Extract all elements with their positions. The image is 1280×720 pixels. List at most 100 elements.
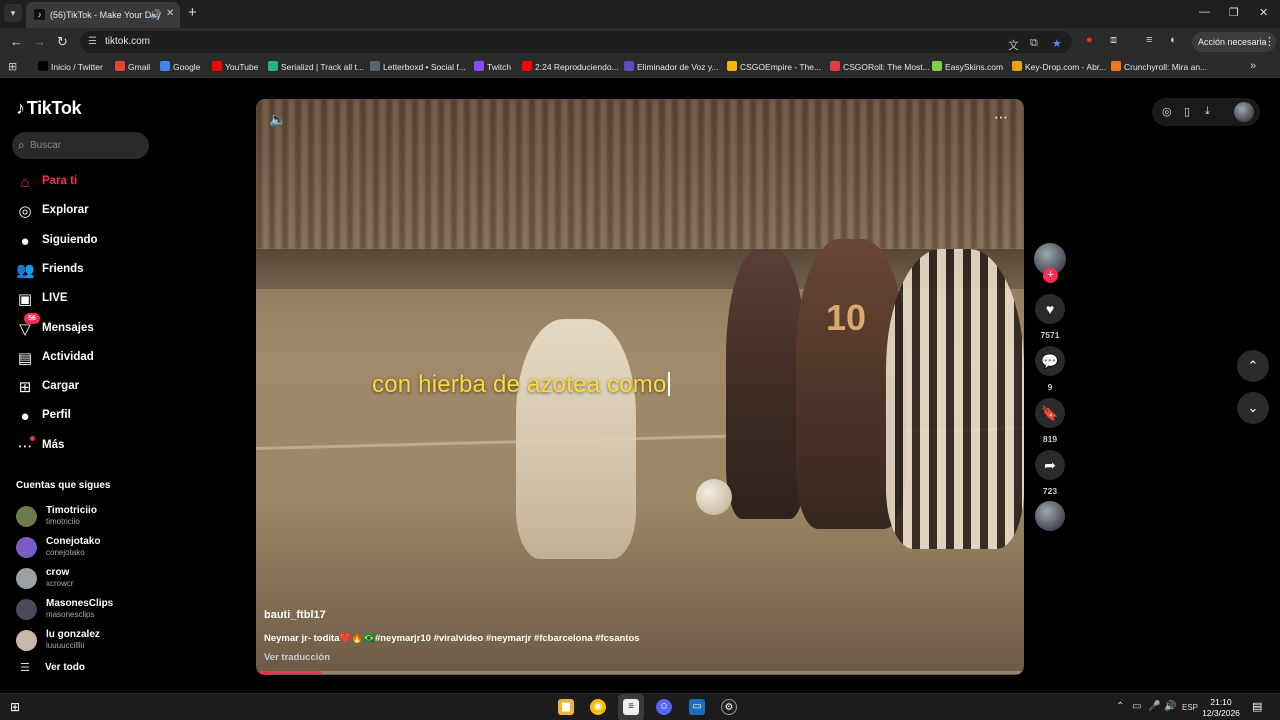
bookmark-item[interactable]: EasySkins.com [932,61,1003,73]
bookmark-item[interactable]: Eliminador de Voz y... [624,61,719,73]
close-window-button[interactable]: ✕ [1259,6,1268,19]
bookmark-favicon-icon [522,61,532,71]
url-text[interactable]: tiktok.com [105,36,150,47]
site-info-icon[interactable]: ☰ [88,36,97,47]
new-tab-button[interactable]: + [188,5,197,21]
video-progress-bar[interactable] [256,671,1024,674]
comment-icon[interactable]: 💬 [1035,346,1065,376]
file-explorer-icon[interactable]: ▆ [558,699,574,715]
tiktok-logo[interactable]: ♪ TikTok [16,98,82,119]
notepad-icon[interactable]: ≡ [623,699,639,715]
sidebar-item-mensajes[interactable]: ▽ 56 Mensajes [16,312,156,341]
sidebar-item-m-s[interactable]: ⋯ Más [16,435,156,458]
music-disc-icon[interactable] [1035,501,1065,531]
caption-cursor [667,372,670,396]
volume-icon[interactable]: 🔈 [269,111,286,128]
tiktok-favicon-icon: ♪ [34,9,45,20]
search-placeholder: Buscar [30,140,62,151]
bookmark-item[interactable]: Serializd | Track all t... [268,61,364,73]
close-tab-icon[interactable]: ✕ [166,8,174,19]
forward-button[interactable]: → [33,34,46,49]
bookmark-icon[interactable]: 🔖 [1035,398,1065,428]
user-avatar[interactable] [1234,102,1254,122]
followed-account[interactable]: MasonesClips masonesclips [16,597,156,623]
tray-chevron-up-icon[interactable]: ⌃ [1116,701,1124,712]
bookmark-item[interactable]: Gmail [115,61,150,73]
device-icon[interactable]: ▯ [1184,105,1190,118]
language-indicator[interactable]: ESP [1182,703,1198,712]
nav-label: Explorar [42,204,89,217]
bookmark-item[interactable]: CSGOEmpire - The... [727,61,821,73]
bookmark-item[interactable]: Google [160,61,200,73]
app-window-icon[interactable]: ▭ [689,699,705,715]
video-player[interactable]: 10 🔈 ⋯ con hierba de azotea como bauti_f… [256,99,1024,675]
tab-search-button[interactable]: ▾ [4,4,22,22]
bookmark-star-icon[interactable]: ★ [1052,37,1062,50]
followed-account[interactable]: Conejotako conejotako [16,535,156,561]
windows-taskbar: ⊞ ▆ ◉ ≡ ☺ ▭ ⚙ ⌃ ▭ 🎤 🔊 ESP 21:10 12/3/202… [0,693,1280,720]
action-needed-button[interactable]: Acción necesaria ⋮ [1192,32,1276,52]
video-player-figure [886,249,1024,549]
sidebar-item-explorar[interactable]: ◎ Explorar [16,201,156,223]
browser-menu-icon[interactable]: ⋮ [1264,35,1275,48]
bookmark-item[interactable]: Key-Drop.com - Abr... [1012,61,1106,73]
see-all-button[interactable]: ☰ Ver todo [16,660,156,676]
extension-red-icon[interactable]: ● [1086,34,1093,46]
sidebar-item-friends[interactable]: 👥 Friends [16,260,156,282]
translate-link[interactable]: Ver traducción [264,652,330,663]
more-options-icon[interactable]: ⋯ [994,109,1008,126]
notifications-icon[interactable]: ▤ [1252,700,1262,713]
sidebar-item-live[interactable]: ▣ LIVE [16,289,156,311]
translate-icon[interactable]: 文 [1008,37,1019,53]
sidebar-item-cargar[interactable]: ⊞ Cargar [16,377,156,399]
steam-icon[interactable]: ⚙ [721,699,737,715]
bookmark-item[interactable]: YouTube [212,61,258,73]
bookmark-item[interactable]: 2:24 Reproduciendo... [522,61,619,73]
avatar [16,506,37,527]
chrome-icon[interactable]: ◉ [590,699,606,715]
sidebar-item-perfil[interactable]: ● Perfil [16,406,156,428]
bookmark-item[interactable]: Inicio / Twitter [38,61,103,73]
maximize-button[interactable]: ❐ [1229,6,1239,19]
like-heart-icon[interactable]: ♥ [1035,294,1065,324]
bookmarks-overflow-icon[interactable]: » [1250,60,1256,72]
bookmark-item[interactable]: Crunchyroll: Mira an... [1111,61,1207,73]
account-handle: xcrowcr [46,579,74,588]
search-input[interactable]: ⌕ Buscar [12,132,149,159]
explore-compass-icon[interactable]: ◎ [1162,105,1172,118]
omnibox[interactable]: ☰ tiktok.com 文 ⧉ ★ [80,31,1072,53]
speaker-icon[interactable]: 🔊 [150,9,161,20]
share-arrow-icon[interactable]: ➦ [1035,450,1065,480]
follow-plus-icon[interactable]: + [1043,268,1058,283]
video-author[interactable]: bauti_ftbl17 [264,609,326,621]
extensions-icon[interactable]: ⧈ [1110,34,1117,47]
previous-video-chevron-up-icon[interactable]: ⌃ [1237,350,1269,382]
network-icon[interactable]: ▭ [1132,701,1141,712]
bookmark-item[interactable]: Letterboxd • Social f... [370,61,466,73]
download-icon[interactable]: ⤓ [1205,105,1210,118]
sidebar-item-siguiendo[interactable]: ● Siguiendo [16,231,156,253]
volume-tray-icon[interactable]: 🔊 [1164,701,1176,712]
apps-grid-icon[interactable]: ⊞ [8,60,17,73]
next-video-chevron-down-icon[interactable]: ⌄ [1237,392,1269,424]
microphone-icon[interactable]: 🎤 [1148,701,1160,712]
sidebar-item-actividad[interactable]: ▤ Actividad [16,348,156,370]
minimize-button[interactable]: — [1199,6,1210,18]
followed-account[interactable]: Timotriciio timotriciio [16,504,156,530]
followed-account[interactable]: crow xcrowcr [16,566,156,592]
sidebar-item-para-ti[interactable]: ⌂ Para ti [16,172,156,194]
windows-start-icon[interactable]: ⊞ [10,700,20,714]
reload-button[interactable]: ↻ [57,34,68,50]
back-button[interactable]: ← [10,34,23,49]
bookmark-item[interactable]: Twitch [474,61,511,73]
install-app-icon[interactable]: ⧉ [1030,37,1038,50]
taskbar-clock[interactable]: 21:10 12/3/2026 [1200,697,1242,719]
bookmark-label: Eliminador de Voz y... [637,62,719,72]
bookmark-favicon-icon [212,61,222,71]
bookmark-item[interactable]: CSGORoll: The Most... [830,61,930,73]
tab-tiktok[interactable]: ♪ (56)TikTok - Make Your Day 🔊 ✕ [26,2,180,28]
profile-icon[interactable]: ◐ [1170,34,1177,46]
media-control-icon[interactable]: ≡ [1146,34,1152,46]
followed-account[interactable]: lu gonzalez luuuuccilllii [16,628,156,654]
discord-icon[interactable]: ☺ [656,699,672,715]
